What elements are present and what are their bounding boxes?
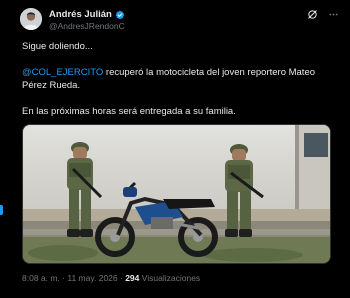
views-label: Visualizaciones <box>139 273 201 283</box>
verified-badge-icon <box>115 10 124 19</box>
display-name[interactable]: Andrés Julián <box>49 9 112 20</box>
views-count[interactable]: 294 <box>125 273 139 283</box>
tweet-text-line2: @COL_EJERCITO recuperó la motocicleta de… <box>22 67 327 92</box>
avatar[interactable] <box>20 8 42 30</box>
photo-soldiers-motorcycle <box>23 125 330 263</box>
author-handle[interactable]: @AndresJRendonC <box>49 21 125 31</box>
grok-icon[interactable] <box>307 9 318 20</box>
more-options-icon[interactable] <box>328 9 339 20</box>
tweet-date[interactable]: 11 may. 2026 <box>67 273 117 283</box>
tweet-photo[interactable] <box>22 124 331 264</box>
mention-link[interactable]: @COL_EJERCITO <box>22 67 103 78</box>
name-row: Andrés Julián <box>49 9 125 20</box>
tweet: Andrés Julián @AndresJRendonC Sigue doli… <box>0 0 350 298</box>
top-actions <box>307 9 339 20</box>
tweet-text-line1: Sigue doliendo... <box>22 41 93 52</box>
tweet-time[interactable]: 8:08 a. m. <box>22 273 60 283</box>
tweet-meta: 8:08 a. m. · 11 may. 2026 · 294 Visualiz… <box>22 273 200 283</box>
side-indicator <box>0 205 3 215</box>
tweet-text-line3: En las próximas horas será entregada a s… <box>22 106 236 117</box>
